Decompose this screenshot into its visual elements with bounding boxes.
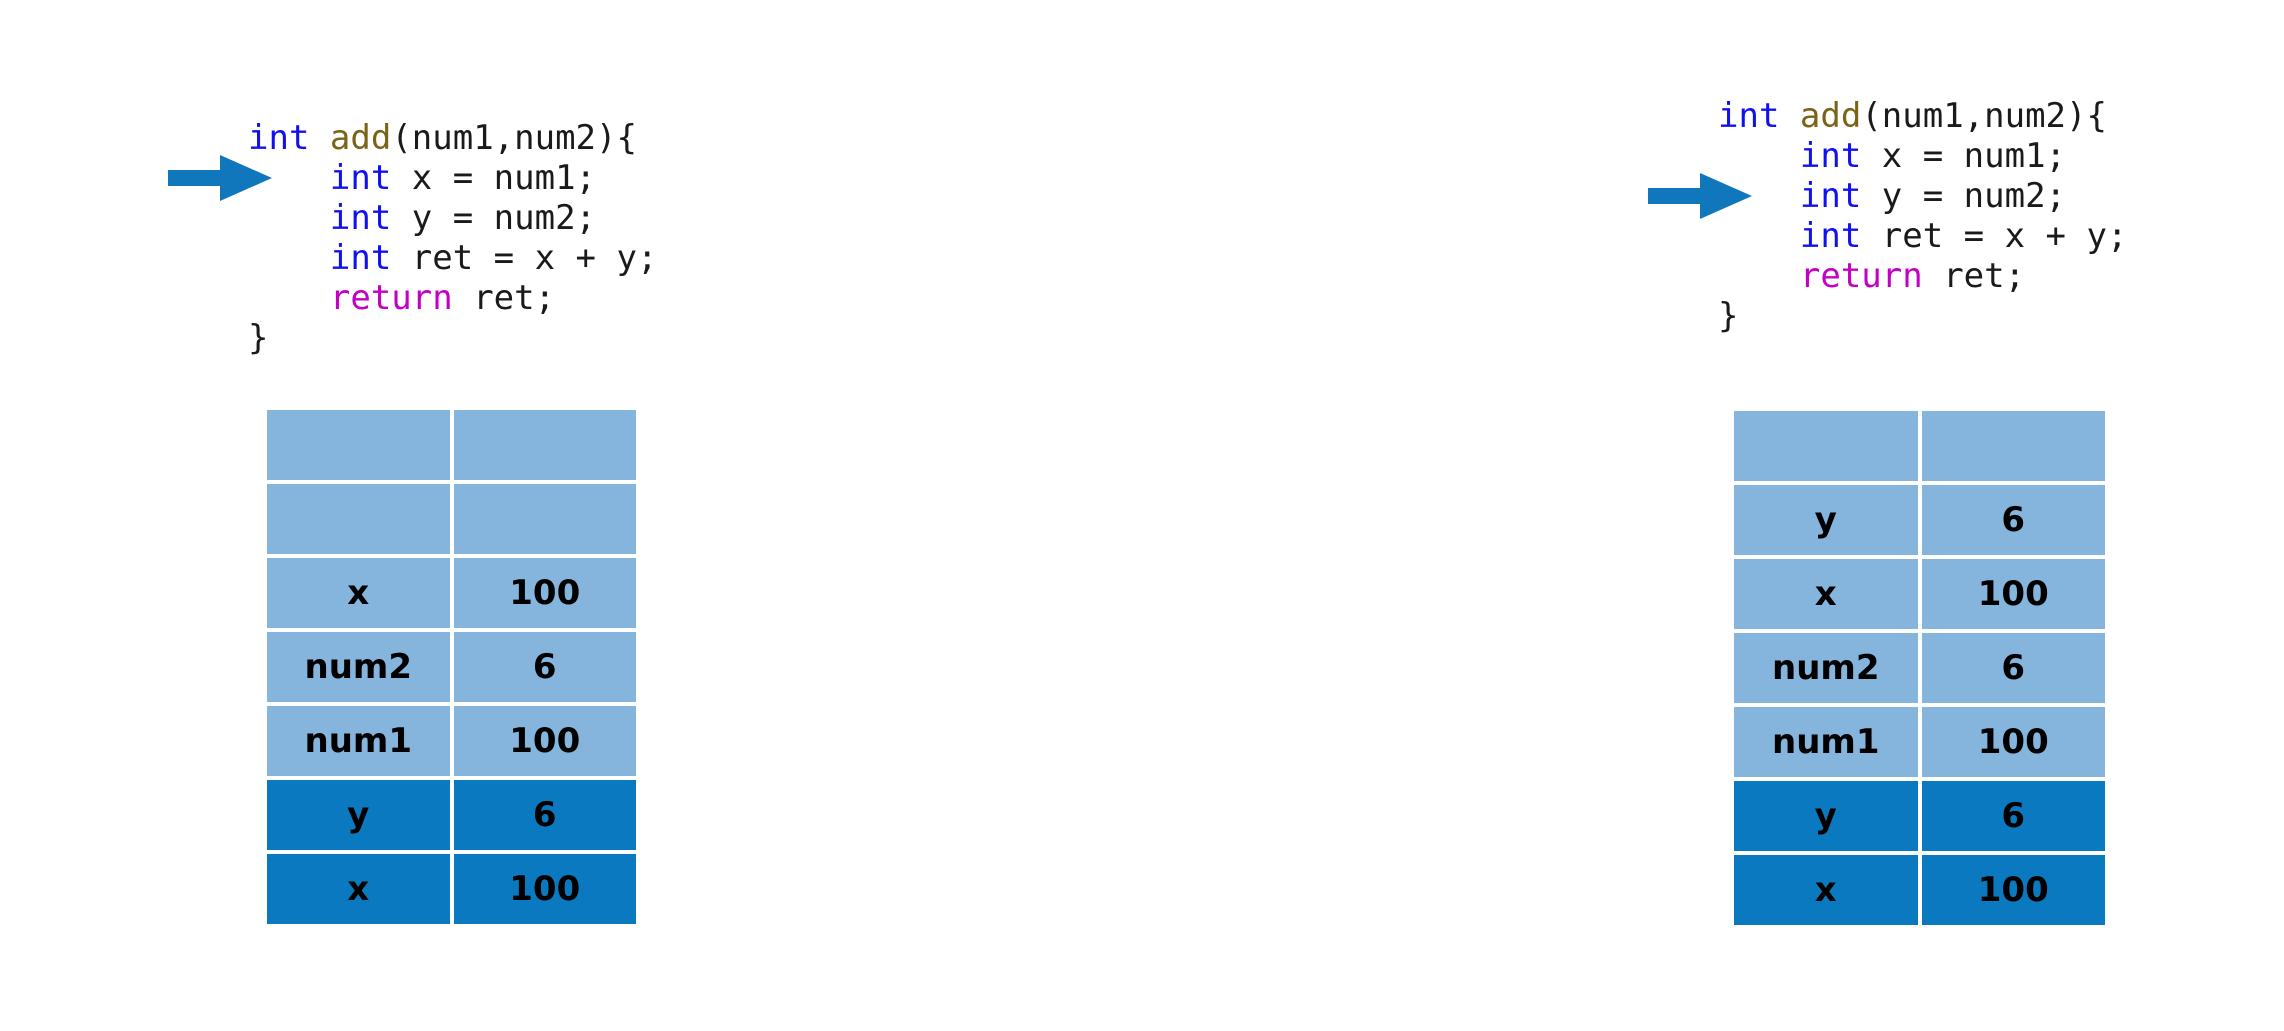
code-token: (num1,num2){ (391, 118, 637, 158)
execution-pointer-arrow (168, 155, 272, 201)
code-block-step-1: int add(num1,num2){ int x = num1; int y … (248, 118, 657, 358)
stack-variable-name (265, 408, 452, 482)
table-row: x 100 (265, 556, 638, 630)
table-row: y6 (265, 778, 638, 852)
stack-frame-rows: x 100 num2 6 num1 100 y 6 x 100 (265, 408, 638, 926)
stack-variable-value: 6 (451, 778, 638, 852)
panel-step-3: int add(num1,num2){ int x = num1; int y … (1520, 0, 2284, 1031)
table-row: x 100 (265, 852, 638, 926)
code-line-5: return ret; (248, 278, 657, 318)
stack-variable-value (451, 482, 638, 556)
code-line-1: int add(num1,num2){ (248, 118, 657, 158)
code-line-4: int ret = x + y; (248, 238, 658, 278)
code-token: add (329, 118, 392, 158)
code-token: y = num2; (391, 198, 597, 238)
stack-variable-name: x (265, 556, 452, 630)
stack-variable-name: y (265, 778, 452, 852)
code-line-6: } (248, 318, 657, 358)
stack-variable-value: 100 (451, 852, 638, 926)
stack-variable-value: 100 (451, 704, 638, 778)
stack-variable-name (265, 482, 452, 556)
code-token: int (329, 158, 392, 198)
stack-variable-value: 6 (451, 630, 638, 704)
code-token: return (329, 278, 453, 318)
stack-variable-name: num1 (265, 704, 452, 778)
table-row (265, 408, 638, 482)
stack-variable-value (451, 408, 638, 482)
code-token: } (248, 318, 269, 358)
table-row (265, 482, 638, 556)
code-line-2: int x = num1; (248, 158, 657, 198)
panel-step-2: int add(num1,num2){ int x = num1; int y … (760, 0, 2127, 1031)
table-row: num2 6 (265, 630, 638, 704)
code-line-3: int y = num2; (248, 198, 657, 238)
panel-step-1: int add(num1,num2){ int x = num1; int y … (0, 0, 760, 1031)
stack-variable-name: x (265, 852, 452, 926)
stack-variable-name: num2 (265, 630, 452, 704)
code-token: ret; (452, 278, 556, 318)
code-token: ret = x + y; (391, 238, 658, 278)
code-token: x = num1; (391, 158, 597, 198)
code-token: int (329, 198, 392, 238)
table-row: num1 100 (265, 704, 638, 778)
stack-variable-value: 100 (451, 556, 638, 630)
stack-frame-table-1: x 100 num2 6 num1 100 y 6 x 100 (265, 408, 638, 926)
code-token: int (329, 238, 392, 278)
